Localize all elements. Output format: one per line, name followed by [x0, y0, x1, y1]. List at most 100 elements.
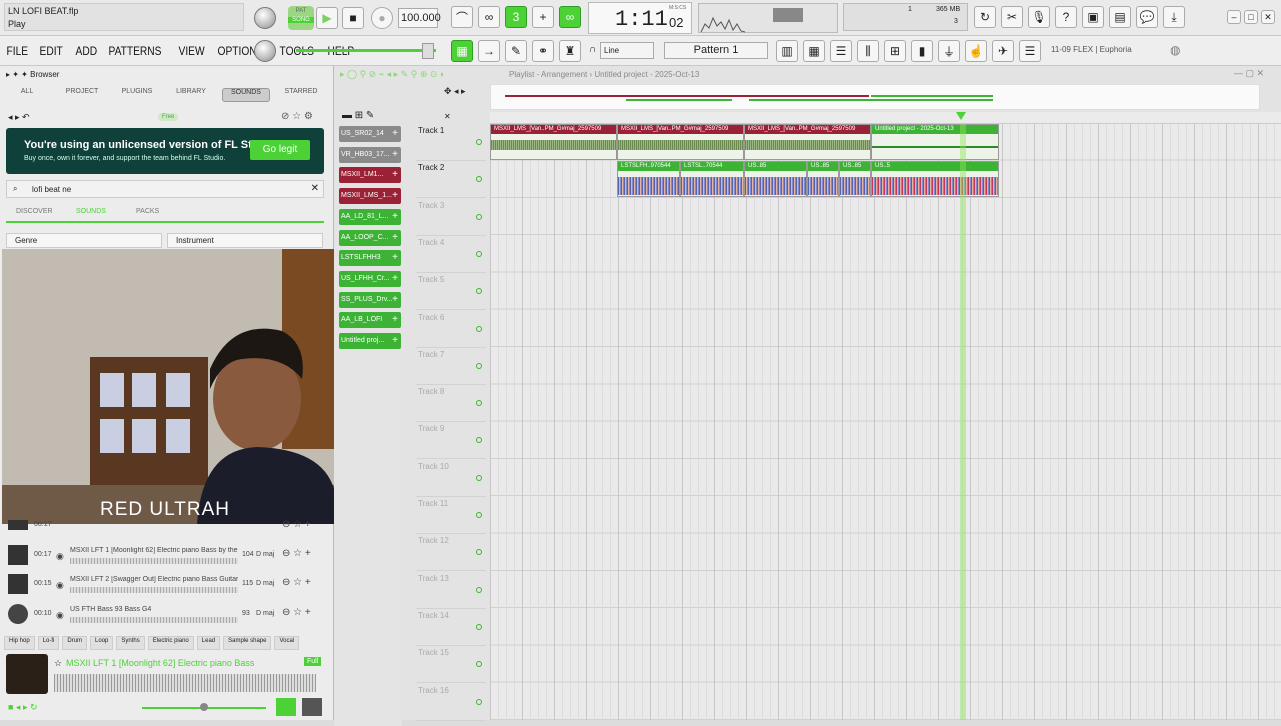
track-header-12[interactable]: Track 12 — [416, 534, 486, 572]
menu-patterns[interactable]: PATTERNS — [106, 44, 164, 58]
plugin-picker-button[interactable]: ⊞ — [884, 40, 906, 62]
track-mute-led[interactable] — [476, 250, 482, 257]
track-mute-led[interactable] — [476, 176, 482, 183]
menu-view[interactable]: VIEW — [176, 44, 207, 58]
track-mute-led[interactable] — [476, 400, 482, 407]
sound-row-4[interactable]: 00:10 ◉ US FTH Bass 93 Bass G4 93 D maj … — [0, 600, 334, 630]
tag-chip[interactable]: Lead — [196, 636, 221, 650]
track-header-7[interactable]: Track 7 — [416, 348, 486, 385]
tab-all[interactable]: ALL — [8, 88, 46, 102]
menu-file[interactable]: FILE — [4, 44, 31, 58]
countdown-button[interactable]: 3 — [505, 6, 527, 28]
tag-chip[interactable]: Electric piano — [147, 636, 194, 650]
playlist-close-icon[interactable]: ✕ — [444, 112, 451, 121]
snap-select[interactable]: Line — [600, 42, 654, 59]
tag-chip[interactable]: Sample shape — [223, 636, 272, 650]
sound-row-actions-icon[interactable]: ⊖ ☆ + — [282, 577, 311, 588]
add-channel-icon[interactable]: + — [392, 250, 398, 266]
stamp-button[interactable]: ♜ — [559, 40, 581, 62]
time-display[interactable]: 1:11 02 M:S:CS — [588, 2, 692, 34]
track-mute-led[interactable] — [476, 698, 482, 705]
channel-5[interactable]: AA_LD_81_L... + — [339, 208, 401, 225]
sound-row-actions-icon[interactable]: ⊖ ☆ + — [282, 548, 311, 559]
arrangement-grid[interactable]: MSXII_LMS_[Van..PM_G#maj_2597509 MSXII_LM… — [490, 124, 1281, 720]
tab-starred[interactable]: STARRED — [278, 88, 324, 102]
picker-tools-icons[interactable]: ▬ ⊞ ✎ — [342, 110, 374, 121]
stop-button[interactable]: ■ — [342, 7, 364, 29]
track-header-8[interactable]: Track 8 — [416, 385, 486, 423]
clear-search-icon[interactable]: ✕ — [311, 183, 319, 194]
tag-chip[interactable]: Hip hop — [4, 636, 35, 650]
go-legit-button[interactable]: Go legit — [250, 140, 310, 160]
track-header-13[interactable]: Track 13 — [416, 572, 486, 609]
preview-icon[interactable]: ◉ — [56, 551, 64, 562]
track-mute-led[interactable] — [476, 549, 482, 556]
track-header-10[interactable]: Track 10 — [416, 460, 486, 497]
playhead-marker[interactable] — [956, 112, 966, 120]
track-mute-led[interactable] — [476, 474, 482, 481]
add-channel-icon[interactable]: + — [392, 167, 398, 183]
track-header-6[interactable]: Track 6 — [416, 311, 486, 348]
record-button[interactable]: ● — [371, 7, 393, 29]
subtab-sounds[interactable]: SOUNDS — [76, 208, 106, 215]
add-channel-icon[interactable]: + — [392, 188, 398, 204]
playlist-toolbar-icons[interactable]: ▸ ◯ ⚲ ⊘ ⌁ ◂ ▸ ✎ ⚲ ⊕ ⊙ ◐ — [340, 69, 445, 80]
track-header-9[interactable]: Track 9 — [416, 422, 486, 460]
tab-sounds[interactable]: SOUNDS — [222, 88, 270, 102]
render-button[interactable]: ▤ — [1109, 6, 1131, 28]
wait-input-button[interactable]: ∞ — [478, 6, 500, 28]
playlist-nav-icons[interactable]: ✥ ◂ ▸ — [444, 86, 466, 97]
tab-plugins[interactable]: PLUGINS — [114, 88, 160, 102]
track-mute-led[interactable] — [476, 586, 482, 593]
player-volume-handle[interactable] — [200, 703, 208, 711]
pat-song-toggle[interactable]: PAT SONG — [288, 6, 314, 30]
arrangement-clip[interactable]: LSTSLFH..970544 — [617, 161, 680, 197]
channel-8[interactable]: US_LFHH_Cr... + — [339, 270, 401, 287]
blend-notes-button[interactable]: ∞ — [559, 6, 581, 28]
track-header-2[interactable]: Track 2 — [416, 161, 486, 199]
add-channel-icon[interactable]: + — [392, 292, 398, 308]
wand-button[interactable]: ✈ — [992, 40, 1014, 62]
track-header-5[interactable]: Track 5 — [416, 273, 486, 311]
arrangement-clip[interactable]: MSXII_LMS_[Van..PM_G#maj_2597509 — [490, 124, 617, 160]
preview-icon[interactable]: ◉ — [56, 580, 64, 591]
track-mute-led[interactable] — [476, 288, 482, 295]
globe-icon[interactable]: ◍ — [1170, 43, 1180, 57]
sound-row-2[interactable]: 00:17 ◉ MSXII LFT 1 [Moonlight 62] Elect… — [0, 541, 334, 571]
help-button[interactable]: ? — [1055, 6, 1077, 28]
sound-row-3[interactable]: 00:15 ◉ MSXII LFT 2 [Swagger Out] Electr… — [0, 570, 334, 600]
track-header-15[interactable]: Track 15 — [416, 646, 486, 684]
arrangement-clip[interactable]: LSTSL..70544 — [680, 161, 744, 197]
arrangement-clip[interactable]: US..5 — [871, 161, 999, 197]
master-volume-slider[interactable] — [296, 49, 436, 52]
arrow-button[interactable]: → — [478, 40, 500, 62]
browser-toggle-button[interactable]: ▮ — [911, 40, 933, 62]
track-mute-led[interactable] — [476, 623, 482, 630]
add-channel-icon[interactable]: + — [392, 333, 398, 349]
add-channel-icon[interactable]: + — [392, 230, 398, 246]
link-button[interactable]: ⚭ — [532, 40, 554, 62]
tag-chip[interactable]: Vocal — [274, 636, 300, 650]
now-playing-waveform[interactable] — [54, 674, 316, 692]
menu-add[interactable]: ADD — [73, 44, 100, 58]
channel-10[interactable]: AA_LB_LOFI + — [339, 312, 401, 329]
favorite-star-icon[interactable]: ☆ — [54, 658, 62, 669]
cut-tool-button[interactable]: ✂ — [1001, 6, 1023, 28]
pattern-select[interactable]: Pattern 1 — [664, 42, 768, 59]
playlist-view-button[interactable]: ▦ — [451, 40, 473, 62]
arrangement-clip[interactable]: Untitled project - 2025-Oct-13 — [871, 124, 999, 160]
undo-button[interactable]: ↻ — [974, 6, 996, 28]
channel-7[interactable]: LSTSLFHH3 + — [339, 250, 401, 267]
track-header-14[interactable]: Track 14 — [416, 609, 486, 646]
tool-extra-button[interactable]: ☰ — [1019, 40, 1041, 62]
channel-9[interactable]: SS_PLUS_Drv... + — [339, 291, 401, 308]
channel-3[interactable]: MSXII_LM1... + — [339, 167, 401, 184]
track-mute-led[interactable] — [476, 325, 482, 332]
master-pitch-knob[interactable] — [254, 40, 276, 62]
tab-project[interactable]: PROJECT — [58, 88, 106, 102]
add-channel-icon[interactable]: + — [392, 209, 398, 225]
track-mute-led[interactable] — [476, 437, 482, 444]
track-header-3[interactable]: Track 3 — [416, 199, 486, 236]
plug-button[interactable]: ⏚ — [938, 40, 960, 62]
master-volume-knob[interactable] — [254, 7, 276, 29]
